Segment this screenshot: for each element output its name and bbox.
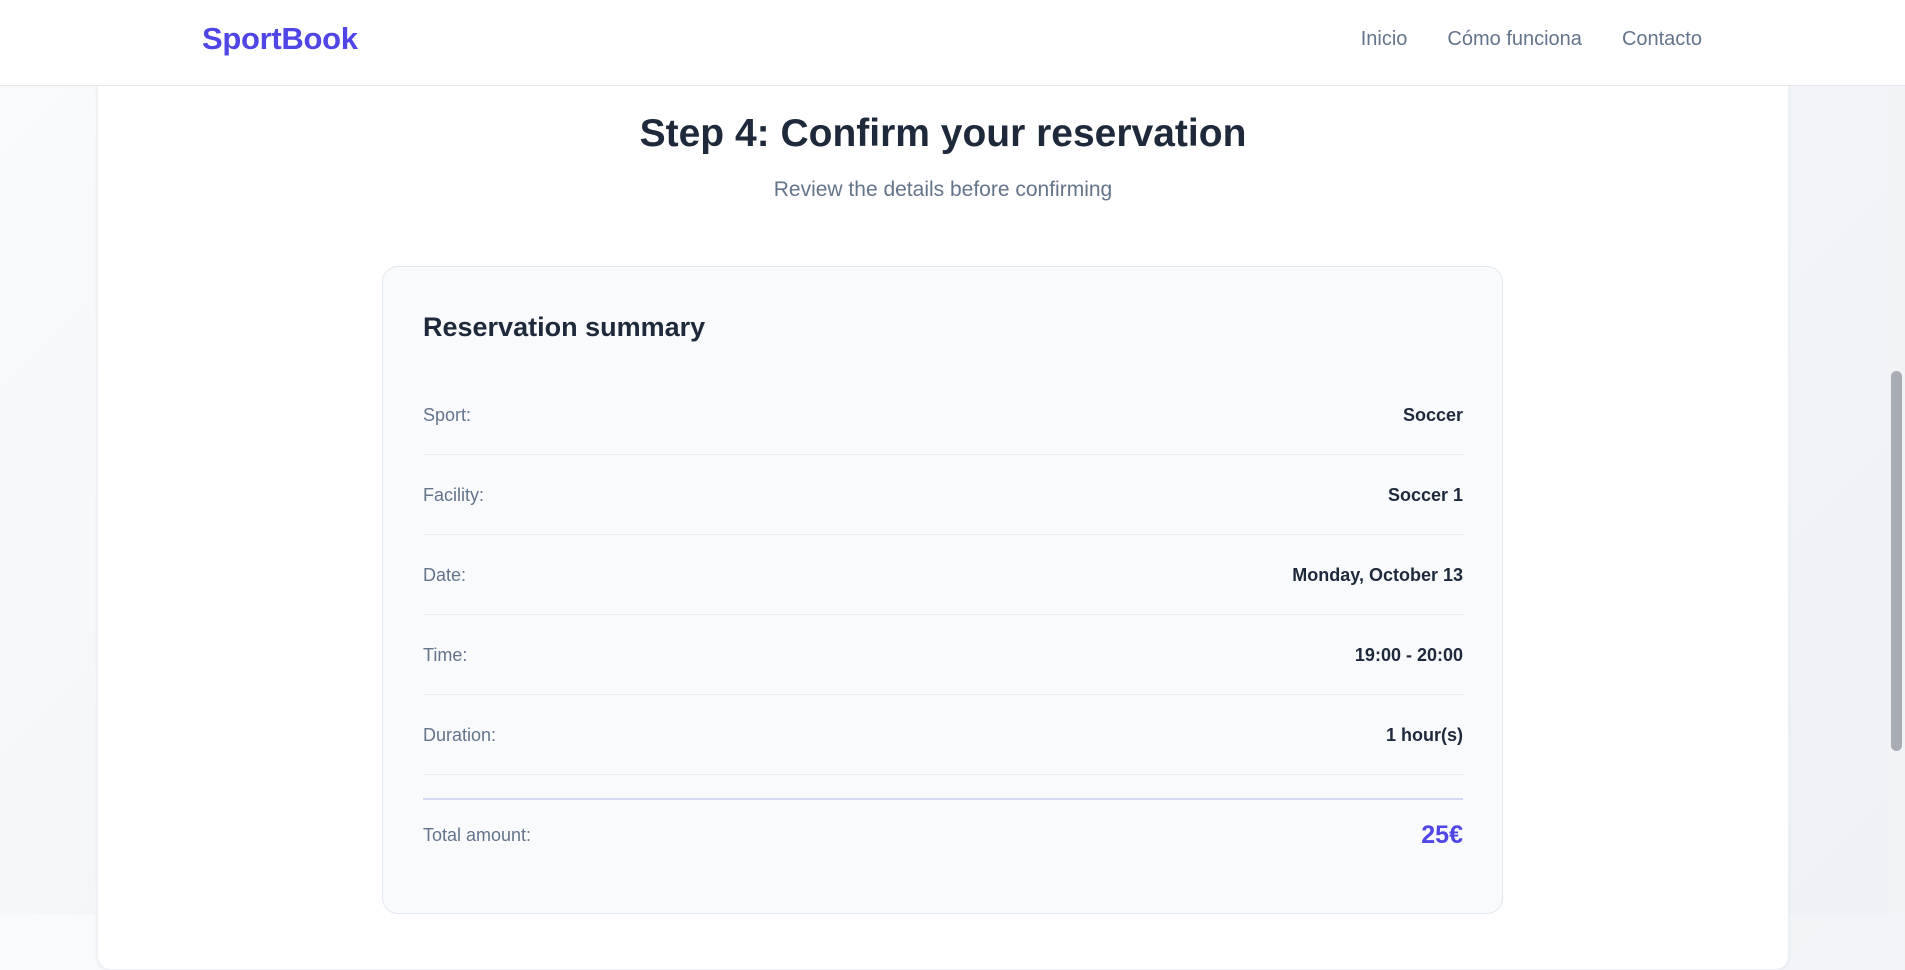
summary-row-sport: Sport: Soccer [423, 375, 1463, 455]
nav-link-contacto[interactable]: Contacto [1622, 28, 1702, 51]
main-nav: Inicio Cómo funciona Contacto [1361, 28, 1702, 51]
vertical-scrollbar[interactable] [1888, 86, 1905, 915]
summary-rows: Sport: Soccer Facility: Soccer 1 Date: M… [423, 375, 1463, 775]
total-label: Total amount: [423, 825, 532, 845]
summary-row-duration: Duration: 1 hour(s) [423, 695, 1463, 775]
summary-row-facility: Facility: Soccer 1 [423, 455, 1463, 535]
brand-logo[interactable]: SportBook [202, 21, 358, 57]
summary-row-date: Date: Monday, October 13 [423, 535, 1463, 615]
page-subtitle: Review the details before confirming [773, 178, 1113, 201]
page-title: Step 4: Confirm your reservation [639, 112, 1247, 155]
summary-row-time: Time: 19:00 - 20:00 [423, 615, 1463, 695]
facility-value: Soccer 1 [1387, 485, 1463, 505]
total-divider [423, 798, 1463, 800]
sport-label: Sport: [423, 405, 472, 425]
time-value: 19:00 - 20:00 [1354, 645, 1463, 665]
duration-value: 1 hour(s) [1385, 725, 1463, 745]
summary-total-row: Total amount: 25€ [423, 821, 1463, 850]
facility-label: Facility: [423, 485, 485, 505]
duration-label: Duration: [423, 725, 497, 745]
reservation-summary-card: Reservation summary Sport: Soccer Facili… [382, 266, 1503, 914]
date-label: Date: [423, 565, 467, 585]
time-label: Time: [423, 645, 468, 665]
date-value: Monday, October 13 [1292, 565, 1463, 585]
total-amount: 25€ [1421, 821, 1463, 849]
nav-link-inicio[interactable]: Inicio [1361, 28, 1408, 51]
nav-link-como-funciona[interactable]: Cómo funciona [1447, 28, 1582, 51]
summary-title: Reservation summary [423, 312, 706, 342]
scrollbar-thumb[interactable] [1891, 371, 1902, 751]
sport-value: Soccer [1402, 405, 1463, 425]
top-navbar: SportBook Inicio Cómo funciona Contacto [0, 0, 1905, 86]
